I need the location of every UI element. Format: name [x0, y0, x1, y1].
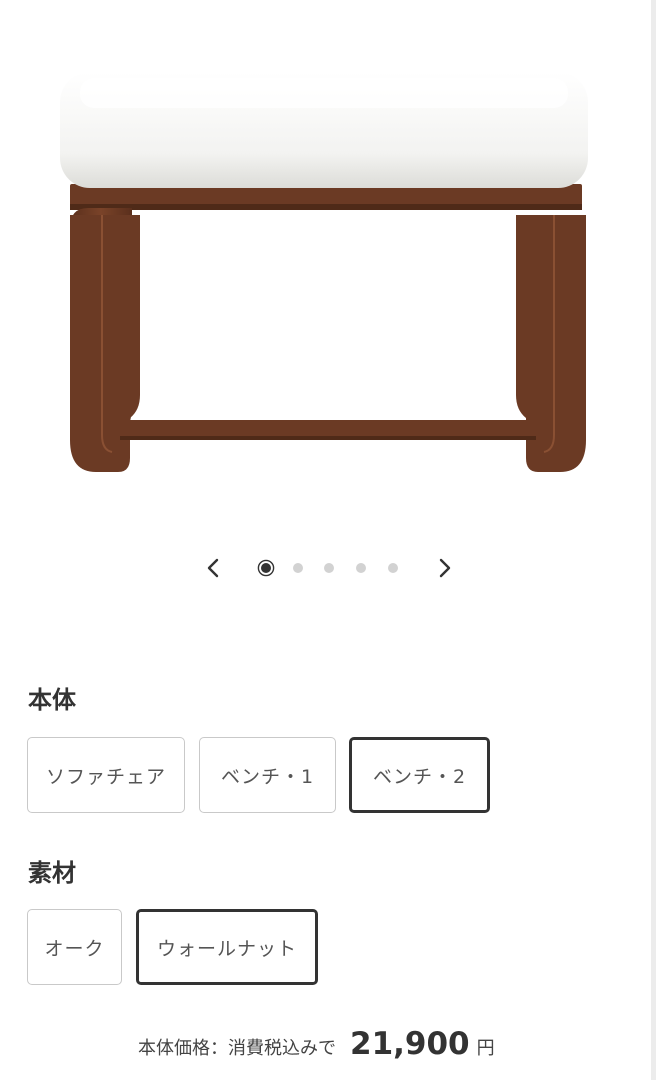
price-row: 本体価格：消費税込みで 21,900 円 [138, 1026, 495, 1076]
chevron-right-icon[interactable] [432, 556, 456, 580]
option-walnut-selected[interactable]: ウォールナット [136, 909, 318, 985]
carousel-dot-active[interactable] [257, 559, 275, 577]
image-carousel-nav [196, 548, 460, 588]
price-value: 21,900 [350, 1026, 470, 1062]
chevron-left-icon[interactable] [202, 556, 226, 580]
carousel-dot[interactable] [356, 563, 366, 573]
option-label: ウォールナット [156, 937, 297, 960]
option-label: オーク [44, 937, 105, 960]
option-label: ベンチ・1 [220, 765, 315, 788]
option-label: ソファチェア [45, 765, 166, 788]
option-bench-1[interactable]: ベンチ・1 [199, 737, 336, 813]
price-unit: 円 [476, 1038, 495, 1059]
scrollbar-edge [651, 0, 656, 1080]
carousel-dot[interactable] [324, 563, 334, 573]
option-oak[interactable]: オーク [27, 909, 122, 985]
option-sofa-chair[interactable]: ソファチェア [27, 737, 185, 813]
price-label: 本体価格：消費税込みで [138, 1038, 336, 1059]
material-section-title: 素材 [28, 859, 76, 887]
carousel-dot[interactable] [293, 563, 303, 573]
product-image [60, 72, 588, 472]
carousel-dot[interactable] [388, 563, 398, 573]
option-label: ベンチ・2 [372, 765, 467, 788]
body-section-title: 本体 [28, 686, 76, 714]
option-bench-2-selected[interactable]: ベンチ・2 [349, 737, 490, 813]
